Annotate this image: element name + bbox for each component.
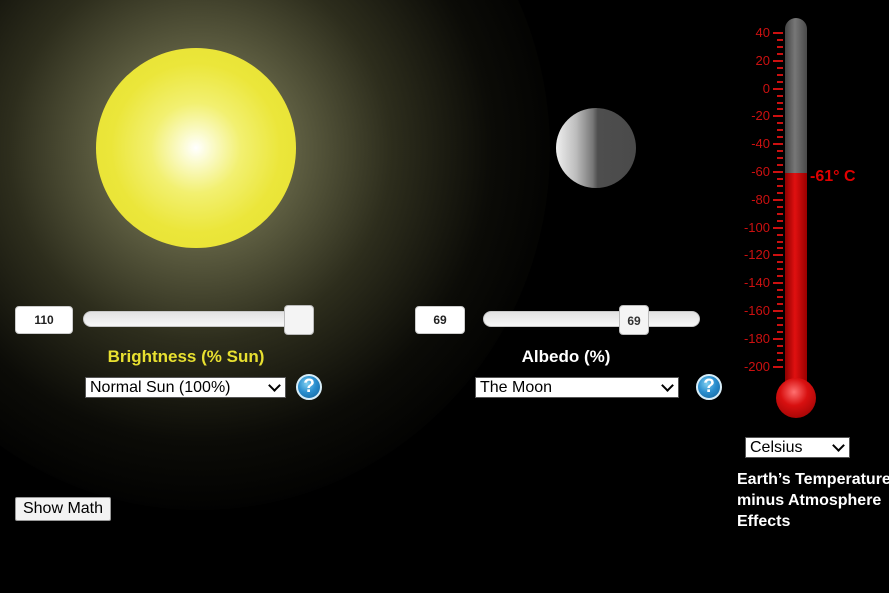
temperature-unit-value: Celsius <box>750 439 803 456</box>
minor-tick <box>777 108 783 111</box>
albedo-value-field[interactable]: 69 <box>415 306 465 334</box>
sun-graphic <box>96 48 296 248</box>
caption-line: minus Atmosphere <box>737 492 882 509</box>
major-tick <box>773 254 783 257</box>
albedo-help-icon[interactable]: ? <box>696 374 722 400</box>
major-tick <box>773 143 783 146</box>
thermometer-mercury <box>785 173 807 393</box>
major-tick <box>773 310 783 312</box>
tick-label: 0 <box>762 80 770 96</box>
tick-label: -120 <box>743 247 770 263</box>
albedo-slider-thumb[interactable]: 69 <box>619 305 649 335</box>
albedo-slider-track[interactable] <box>483 311 700 327</box>
major-tick <box>773 32 783 34</box>
minor-tick <box>777 344 783 347</box>
sun-preset-select[interactable]: Normal Sun (100%) <box>85 377 286 398</box>
thermometer-caption: Earth’s Temperature minus Atmosphere Eff… <box>737 469 889 532</box>
minor-tick <box>777 233 783 236</box>
minor-tick <box>777 268 783 271</box>
major-tick <box>773 337 783 340</box>
caption-line: Earth’s Temperature <box>737 471 889 488</box>
show-math-button[interactable]: Show Math <box>15 497 111 521</box>
minor-tick <box>777 52 783 55</box>
minor-tick <box>777 66 783 69</box>
minor-tick <box>777 73 783 76</box>
temperature-unit-select[interactable]: Celsius <box>745 437 850 458</box>
caption-line: Effects <box>737 513 791 530</box>
tick-label: 40 <box>755 25 770 40</box>
major-tick <box>773 226 783 229</box>
tick-label: -180 <box>743 330 770 346</box>
tick-label: 20 <box>755 52 770 68</box>
minor-tick <box>777 184 783 187</box>
minor-tick <box>777 164 783 167</box>
major-tick <box>773 365 783 368</box>
tick-label: -20 <box>751 108 770 124</box>
minor-tick <box>777 275 783 278</box>
minor-tick <box>777 191 783 194</box>
major-tick <box>773 282 783 285</box>
chevron-down-icon <box>832 439 845 452</box>
minor-tick <box>777 122 783 125</box>
minor-tick <box>777 219 783 222</box>
brightness-slider-track[interactable] <box>83 311 313 327</box>
chevron-down-icon <box>268 379 281 392</box>
tick-label: -140 <box>743 275 770 291</box>
minor-tick <box>777 240 783 243</box>
major-tick <box>773 115 783 118</box>
minor-tick <box>777 358 783 361</box>
minor-tick <box>777 212 783 215</box>
minor-tick <box>777 205 783 208</box>
minor-tick <box>777 94 783 97</box>
major-tick <box>773 198 783 201</box>
minor-tick <box>777 80 783 83</box>
major-tick <box>773 171 783 173</box>
minor-tick <box>777 351 783 354</box>
sun-glow <box>0 0 550 510</box>
brightness-label: Brightness (% Sun) <box>107 347 265 366</box>
tick-label: -40 <box>751 136 770 152</box>
minor-tick <box>777 330 783 333</box>
minor-tick <box>777 261 783 264</box>
minor-tick <box>777 177 783 180</box>
tick-label: -60 <box>751 164 770 179</box>
minor-tick <box>777 247 783 250</box>
tick-label: -80 <box>751 191 770 207</box>
tick-label: -200 <box>743 358 770 374</box>
minor-tick <box>777 38 783 41</box>
tick-label: -100 <box>743 219 770 235</box>
minor-tick <box>777 303 783 306</box>
minor-tick <box>777 157 783 160</box>
major-tick <box>773 87 783 90</box>
minor-tick <box>777 101 783 104</box>
albedo-label: Albedo (%) <box>521 347 611 366</box>
albedo-preset-select[interactable]: The Moon <box>475 377 679 398</box>
brightness-slider-thumb[interactable] <box>284 305 314 335</box>
tick-label: -160 <box>743 303 770 318</box>
temperature-readout: -61° C <box>810 168 856 185</box>
minor-tick <box>777 296 783 299</box>
minor-tick <box>777 289 783 292</box>
moon-graphic <box>556 108 636 188</box>
minor-tick <box>777 45 783 48</box>
albedo-preset-value: The Moon <box>480 379 553 396</box>
chevron-down-icon <box>661 379 674 392</box>
brightness-help-icon[interactable]: ? <box>296 374 322 400</box>
minor-tick <box>777 150 783 153</box>
major-tick <box>773 59 783 62</box>
minor-tick <box>777 136 783 139</box>
minor-tick <box>777 323 783 326</box>
sun-preset-value: Normal Sun (100%) <box>90 379 231 396</box>
simulation-stage: 110 Brightness (% Sun) Normal Sun (100%)… <box>0 0 889 593</box>
minor-tick <box>777 316 783 319</box>
thermometer-bulb <box>776 378 816 418</box>
minor-tick <box>777 129 783 132</box>
brightness-value-field[interactable]: 110 <box>15 306 73 334</box>
